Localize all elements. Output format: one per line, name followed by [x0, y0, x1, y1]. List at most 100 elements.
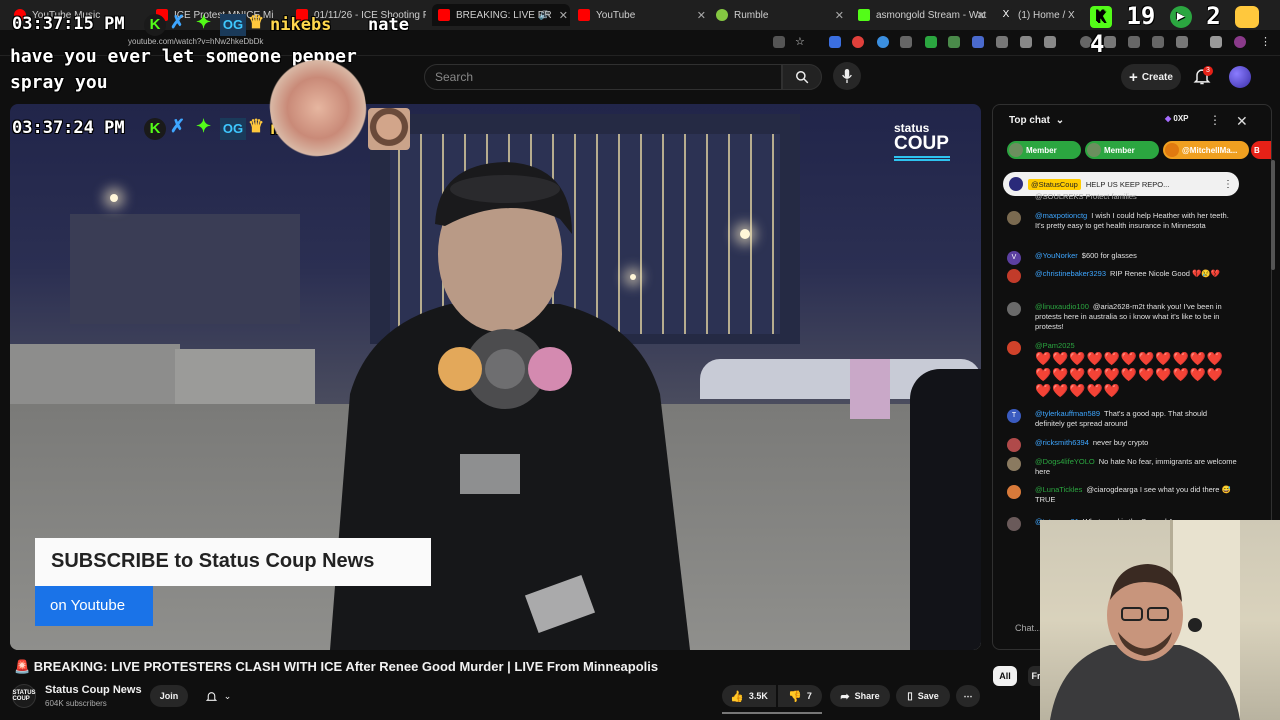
chat-username[interactable]: @LunaTickles [1035, 485, 1082, 494]
more-dots-icon[interactable]: ⋮ [1223, 179, 1233, 190]
page-scrollbar[interactable] [1271, 160, 1275, 270]
chip-partial[interactable]: B [1251, 141, 1271, 159]
og-badge-icon: OG [220, 14, 246, 36]
like-button[interactable]: 👍 3.5K [722, 685, 776, 707]
share-button[interactable]: ➦ Share [830, 685, 890, 707]
save-label: Save [917, 691, 939, 701]
xp-badge: ◆ 0XP [1165, 114, 1189, 123]
tab-asmongold[interactable]: asmongold Stream - Wat ✕ [858, 4, 988, 26]
chat-message: V @YouNorker $600 for glasses [1007, 251, 1237, 265]
close-tab-icon[interactable]: ✕ [835, 9, 844, 22]
chat-username[interactable]: @tylerkauffman589 [1035, 409, 1100, 418]
channel-avatar[interactable]: STATUS COUP [12, 684, 36, 708]
search-button[interactable] [782, 64, 822, 90]
chat-username[interactable]: @Dogs4lifeYOLO [1035, 457, 1095, 466]
chat-message-truncated: @SOULREKS Protect families [1007, 192, 1237, 202]
save-button[interactable]: ▯ Save [896, 685, 950, 707]
mention-chip[interactable]: @MitchellMa... [1163, 141, 1249, 159]
extension-icon[interactable] [900, 36, 912, 48]
og-badge-icon: OG [220, 118, 246, 140]
tab-youtube[interactable]: YouTube ✕ [578, 4, 708, 26]
extension-icon[interactable] [773, 36, 785, 48]
chat-message: @Pam2025 ❤️❤️❤️❤️❤️❤️❤️❤️❤️❤️❤️❤️❤️❤️❤️❤… [1007, 341, 1237, 399]
protest-sign [850, 359, 890, 419]
chat-avatar [1007, 517, 1021, 531]
tab-breaking-live[interactable]: BREAKING: LIVE PR 🔊 ✕ [432, 4, 570, 26]
kick-badge-icon: K [144, 14, 166, 36]
close-chat-icon[interactable]: ✕ [1236, 113, 1248, 130]
chat-username[interactable]: @christinebaker3293 [1035, 269, 1106, 278]
channel-subscribers: 604K subscribers [45, 699, 107, 708]
tab-rumble[interactable]: Rumble ✕ [716, 4, 846, 26]
crown-icon: ♛ [248, 12, 265, 32]
chat-username[interactable]: @linuxaudio100 [1035, 302, 1089, 311]
chip-avatar [1165, 143, 1179, 157]
x-icon: X [1000, 9, 1012, 21]
dislike-button[interactable]: 👎 7 [778, 685, 822, 707]
channel-name[interactable]: Status Coup News [45, 684, 142, 696]
chat-message: @christinebaker3293 RIP Renee Nicole Good… [1007, 269, 1237, 283]
extension-icon[interactable] [925, 36, 937, 48]
extension-icon[interactable] [829, 36, 841, 48]
chat-username[interactable]: @Pam2025 [1035, 341, 1075, 350]
tab-x-home[interactable]: X (1) Home / X [1000, 4, 1090, 26]
create-button[interactable]: + Create [1121, 64, 1181, 90]
member-chip[interactable]: Member [1007, 141, 1081, 159]
notification-count-badge: 3 [1203, 66, 1213, 76]
like-count: 3.5K [748, 691, 768, 701]
extension-icon[interactable] [972, 36, 984, 48]
chat-message: @Dogs4lifeYOLO No hate No fear, immigrant… [1007, 457, 1237, 477]
chat-input[interactable]: Chat... [1015, 623, 1042, 633]
search-input[interactable]: Search [424, 64, 782, 90]
close-tab-icon[interactable]: ✕ [559, 9, 568, 22]
tab-label: BREAKING: LIVE PR [456, 9, 552, 21]
on-youtube-banner: on Youtube [35, 586, 153, 626]
chat-avatar [1007, 485, 1021, 499]
close-tab-icon[interactable]: ✕ [977, 9, 986, 22]
chat-text: $600 for glasses [1081, 251, 1137, 260]
kick-badge-icon: K [144, 118, 166, 140]
account-avatar[interactable] [1229, 66, 1251, 88]
chat-menu-icon[interactable]: ⋮ [1209, 113, 1221, 127]
extension-icon[interactable] [877, 36, 889, 48]
more-actions-button[interactable]: ⋯ [956, 685, 980, 707]
join-button[interactable]: Join [150, 685, 188, 707]
chip-label: Member [1104, 145, 1135, 155]
subscribe-banner: SUBSCRIBE to Status Coup News [35, 538, 431, 586]
extension-icon[interactable] [1020, 36, 1032, 48]
audio-icon[interactable]: 🔊 [539, 10, 550, 21]
extension-icon[interactable] [948, 36, 960, 48]
filter-chip-all[interactable]: All [993, 666, 1017, 686]
extension-icon[interactable] [852, 36, 864, 48]
bookmark-star-icon[interactable]: ☆ [795, 36, 807, 48]
streamer-webcam [1040, 520, 1280, 720]
extension-icon[interactable] [996, 36, 1008, 48]
video-player[interactable]: SUBSCRIBE to Status Coup News on Youtube… [10, 104, 981, 650]
chat-username[interactable]: @YouNorker [1035, 251, 1078, 260]
voice-search-button[interactable] [833, 62, 861, 90]
watermark-line2: COUP [894, 133, 949, 154]
meme-image-lips [263, 53, 373, 163]
sword-icon: ✗ [170, 116, 186, 136]
more-dots-icon: ⋯ [963, 690, 973, 701]
chat-username[interactable]: @maxpotionctg [1035, 211, 1087, 220]
street-light [110, 194, 118, 202]
close-tab-icon[interactable]: ✕ [697, 9, 706, 22]
member-chip[interactable]: Member [1085, 141, 1159, 159]
puzzle-icon[interactable] [1044, 36, 1056, 48]
notification-settings-button[interactable]: ⌄ [196, 685, 240, 707]
person-right-edge [910, 369, 981, 650]
chat-mode-dropdown[interactable]: Top chat ⌄ [1009, 115, 1064, 126]
chat-avatar [1007, 269, 1021, 283]
video-title: 🚨 BREAKING: LIVE PROTESTERS CLASH WITH I… [14, 659, 659, 674]
thumbs-up-icon: 👍 [730, 690, 744, 703]
play-icon: ▶ [1169, 6, 1192, 28]
counter-b: 2 [1206, 2, 1221, 30]
rumble-icon [716, 9, 728, 21]
overlay-clock-bottom: 03:37:24 PM [12, 118, 125, 138]
tab-label: (1) Home / X [1018, 9, 1075, 21]
crown-icon: ♛ [248, 116, 265, 136]
chat-text: ❤️❤️❤️❤️❤️❤️❤️❤️❤️❤️❤️❤️❤️❤️❤️❤️❤️❤️❤️❤️… [1035, 351, 1225, 398]
chat-username[interactable]: @ricksmith6394 [1035, 438, 1089, 447]
create-label: Create [1141, 71, 1173, 83]
